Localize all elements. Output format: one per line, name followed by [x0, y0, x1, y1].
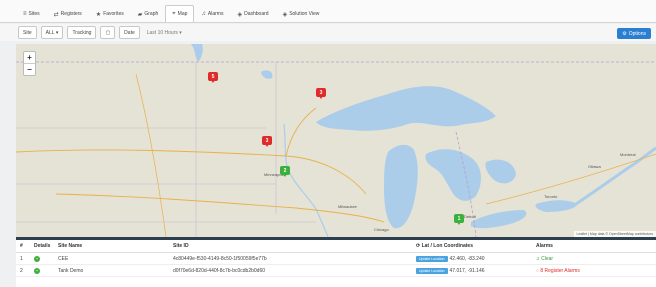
top-nav-tabs: ≡ Sites ⇄ Registers ★ Favorites ▰ Graph ⌖ Map… [0, 0, 656, 23]
map-tiles [16, 44, 656, 237]
options-button-label: Options [628, 30, 646, 37]
tab-sites-label: Sites [28, 11, 40, 17]
update-location-button[interactable]: Update Location [416, 267, 448, 274]
map-place-label: Milwaukee [338, 204, 357, 209]
marker-pin-icon [211, 80, 215, 83]
plus-icon: + [34, 267, 40, 274]
tab-map[interactable]: ⌖ Map [165, 5, 195, 22]
marker-pin-icon [457, 222, 461, 225]
star-icon: ★ [95, 11, 102, 18]
tab-registers[interactable]: ⇄ Registers [47, 5, 89, 22]
solution-icon: ◈ [282, 11, 288, 18]
tracking-toggle[interactable]: Tracking [67, 26, 97, 39]
list-icon: ≡ [23, 11, 27, 17]
gear-icon: ⚙ [622, 30, 627, 37]
calendar-button[interactable]: ▢ [100, 26, 116, 39]
marker-pin-icon [283, 174, 287, 177]
date-filter-label: Date [119, 26, 140, 39]
tab-favorites-label: Favorites [103, 11, 124, 17]
details-toggle[interactable]: + [34, 255, 58, 262]
calendar-icon: ▢ [105, 29, 111, 36]
update-location-button[interactable]: Update Location [416, 255, 448, 262]
alarm-status[interactable]: ♫ Clear [536, 256, 656, 262]
map-marker[interactable]: 5 [208, 72, 218, 84]
tab-map-label: Map [177, 11, 188, 17]
map-marker[interactable]: 1 [454, 214, 464, 226]
tab-registers-label: Registers [60, 11, 82, 17]
chevron-down-icon: ▾ [54, 29, 59, 36]
map-place-label: Ottawa [588, 164, 601, 169]
row-num: 2 [20, 267, 23, 274]
tab-alarms-label: Alarms [207, 11, 224, 17]
tab-solution-view-label: Solution View [289, 11, 320, 17]
details-toggle[interactable]: + [34, 267, 58, 274]
zoom-in-button[interactable]: + [24, 52, 35, 63]
registers-icon: ⇄ [53, 11, 59, 18]
site-select-value: ALL [45, 29, 55, 36]
bell-icon: ♫ [201, 11, 206, 17]
map-marker[interactable]: 3 [316, 88, 326, 100]
latlon-cell: Update Location 42.460, -83.240 [416, 255, 536, 262]
col-header-latlon[interactable]: ⟳ Lat / Lon Coordinates [416, 243, 536, 249]
graph-icon: ▰ [137, 11, 143, 18]
site-id: 4c80449e-f530-4149-8c50-1f50059f5e77b [173, 255, 267, 262]
row-num: 1 [20, 255, 23, 262]
site-id: d0f70e6d-820d-440f-8c7b-bc0cdb2b0d60 [173, 267, 266, 274]
tab-dashboard-label: Dashboard [244, 11, 269, 17]
latlon-cell: Update Location 47.017, -91.146 [416, 267, 536, 274]
zoom-control: + − [23, 51, 36, 76]
col-header-details: Details [34, 243, 51, 249]
site-filter-label: Site [18, 26, 37, 39]
options-button[interactable]: ⚙ Options [617, 28, 651, 39]
col-header-site-id[interactable]: Site ID [173, 243, 416, 249]
alarm-status[interactable]: ◌ 8 Register Alarms [536, 268, 656, 274]
site-select[interactable]: ALL ▾ [40, 26, 64, 39]
plus-icon: + [34, 255, 40, 262]
map-marker[interactable]: 3 [262, 136, 272, 148]
marker-pin-icon [265, 144, 269, 147]
tab-graph[interactable]: ▰ Graph [131, 5, 166, 22]
col-header-site-name[interactable]: Site Name [58, 243, 173, 249]
tab-sites[interactable]: ≡ Sites [16, 5, 47, 22]
dashboard-icon: ◈ [237, 11, 243, 18]
table-header-row: # Details Site Name Site ID ⟳ Lat / Lon … [16, 240, 656, 253]
site-name: CEE [58, 255, 69, 262]
tab-alarms[interactable]: ♫ Alarms [194, 5, 230, 22]
table-row: 1 + CEE 4c80449e-f530-4149-8c50-1f50059f… [16, 253, 656, 265]
date-range-value: Last 10 Hours [146, 29, 178, 36]
filter-bar: Site ALL ▾ Tracking ▢ Date Last 10 Hours… [0, 24, 656, 41]
site-name: Tank Demo [58, 267, 84, 274]
map-place-label: Montreal [620, 152, 636, 157]
col-header-alarms[interactable]: Alarms [536, 243, 656, 249]
map-icon: ⌖ [172, 10, 176, 17]
coordinates: 47.017, -91.146 [449, 267, 485, 274]
date-range-select[interactable]: Last 10 Hours ▾ [144, 30, 185, 36]
marker-pin-icon [319, 96, 323, 99]
zoom-out-button[interactable]: − [24, 63, 35, 75]
site-map[interactable]: + − Minneapolis Milwaukee Chicago Detroi… [16, 44, 656, 237]
sites-table: # Details Site Name Site ID ⟳ Lat / Lon … [16, 240, 656, 287]
tab-graph-label: Graph [144, 11, 159, 17]
alarm-status-text: 8 Register Alarms [540, 267, 580, 274]
table-row: 2 + Tank Demo d0f70e6d-820d-440f-8c7b-bc… [16, 265, 656, 277]
map-place-label: Toronto [544, 194, 558, 199]
map-place-label: Chicago [374, 227, 389, 232]
chevron-down-icon: ▾ [177, 29, 182, 36]
tab-solution-view[interactable]: ◈ Solution View [276, 5, 327, 22]
coordinates: 42.460, -83.240 [449, 255, 485, 262]
col-header-num[interactable]: # [16, 243, 34, 249]
map-place-label: Detroit [464, 214, 476, 219]
col-header-latlon-label: Lat / Lon Coordinates [421, 243, 473, 249]
alarm-status-text: Clear [541, 255, 554, 262]
map-marker[interactable]: 2 [280, 166, 290, 178]
tab-favorites[interactable]: ★ Favorites [89, 5, 131, 22]
tab-dashboard[interactable]: ◈ Dashboard [230, 5, 275, 22]
